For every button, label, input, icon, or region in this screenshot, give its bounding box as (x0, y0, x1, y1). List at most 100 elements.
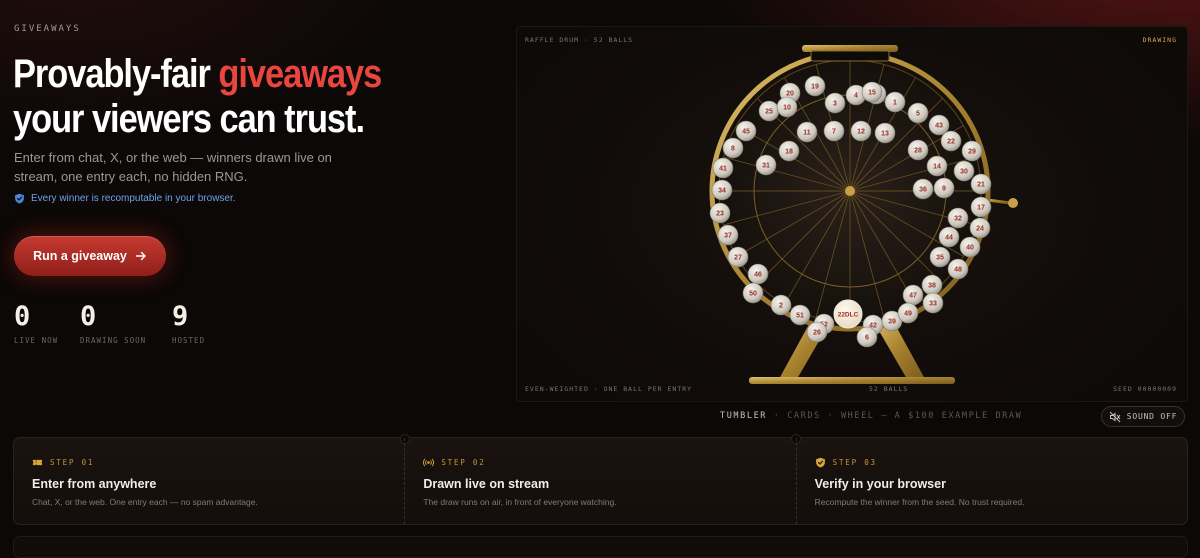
raffle-ball: 31 (755, 154, 777, 176)
sound-toggle-button[interactable]: SOUND OFF (1101, 406, 1185, 427)
sound-toggle-label: SOUND OFF (1126, 412, 1178, 421)
raffle-ball-number: 11 (803, 130, 811, 137)
draw-mode-selector: TUMBLER · CARDS · WHEEL — A $100 EXAMPLE… (720, 411, 1022, 421)
mode-tab-wheel[interactable]: WHEEL (841, 411, 875, 421)
step-label: STEP 03 (832, 458, 877, 467)
step-description: Recompute the winner from the seed. No t… (814, 497, 1025, 507)
raffle-ball-number: 41 (719, 166, 727, 173)
raffle-ball-number: 40 (966, 245, 974, 252)
raffle-ball-number: 1 (893, 100, 897, 107)
raffle-ball-number: 12 (857, 129, 865, 136)
raffle-ball: 33 (922, 292, 944, 314)
raffle-ball: 10 (776, 96, 798, 118)
raffle-ball-number: 30 (960, 169, 968, 176)
raffle-ball: 45 (735, 120, 757, 142)
step-description: The draw runs on air, in front of everyo… (423, 497, 617, 507)
raffle-ball: 12 (850, 120, 872, 142)
stat-value: 0 (14, 301, 31, 332)
drum-seed: SEED 00000009 (1113, 385, 1177, 393)
raffle-ball-number: 23 (716, 211, 724, 218)
raffle-ball-number: 20 (786, 91, 794, 98)
next-section-edge (13, 536, 1188, 558)
raffle-ball: 50 (742, 282, 764, 304)
stat-live-now: 0 LIVE NOW (14, 301, 80, 346)
raffle-ball-number: 15 (868, 90, 876, 97)
raffle-ball-number: 10 (783, 105, 791, 112)
stat-label: LIVE NOW (14, 336, 59, 345)
drum-title: RAFFLE DRUM · 52 BALLS (525, 36, 634, 44)
section-eyebrow: GIVEAWAYS (14, 24, 81, 34)
how-it-works-steps: STEP 01 Enter from anywhere Chat, X, or … (13, 434, 1188, 525)
raffle-ball-number: 13 (881, 131, 889, 138)
step-card-1: STEP 01 Enter from anywhere Chat, X, or … (14, 438, 404, 524)
mode-tab-cards[interactable]: CARDS (787, 411, 821, 421)
raffle-ball-number: 46 (754, 272, 762, 279)
raffle-ball-number: 44 (945, 235, 953, 242)
drum-ball-count: 52 BALLS (869, 385, 909, 393)
raffle-ball-number: 31 (762, 163, 770, 170)
raffle-ball-number: 8 (731, 146, 735, 153)
step-header: STEP 03 (815, 457, 1187, 468)
raffle-ball: 3 (824, 92, 846, 114)
raffle-ball: 40 (959, 236, 981, 258)
stat-value: 0 (80, 301, 97, 332)
raffle-ball: 5 (907, 102, 929, 124)
raffle-ball: 24 (969, 217, 991, 239)
hero-subtitle: Enter from chat, X, or the web — winners… (14, 150, 332, 184)
raffle-ball: 47 (902, 284, 924, 306)
broadcast-icon (423, 458, 435, 467)
raffle-ball-number: 19 (811, 84, 819, 91)
raffle-ball-number: 5 (916, 111, 920, 118)
raffle-ball: 23 (709, 202, 731, 224)
raffle-ball: 26 (806, 321, 828, 343)
shield-check-icon (15, 193, 24, 204)
raffle-ball: 22 (940, 130, 962, 152)
raffle-ball-number: 32 (954, 216, 962, 223)
raffle-ball: 1 (884, 91, 906, 113)
mode-tab-tumbler[interactable]: TUMBLER (720, 411, 767, 421)
winner-ball-label: 22DLC (838, 312, 859, 319)
raffle-ball-number: 39 (888, 319, 896, 326)
stats-row: 0 LIVE NOW 0 DRAWING SOON 9 HOSTED (14, 301, 238, 346)
raffle-ball-number: 7 (832, 129, 836, 136)
raffle-ball: 15 (861, 81, 883, 103)
raffle-ball-number: 50 (749, 291, 757, 298)
raffle-ball-number: 14 (933, 164, 941, 171)
raffle-ball-number: 51 (796, 313, 804, 320)
raffle-ball-number: 37 (724, 233, 732, 240)
raffle-ball: 29 (961, 140, 983, 162)
raffle-ball: 34 (711, 179, 733, 201)
step-title: Verify in your browser (814, 477, 946, 491)
raffle-ball: 44 (938, 226, 960, 248)
run-giveaway-button[interactable]: Run a giveaway (14, 236, 166, 276)
mode-separator: · (767, 411, 788, 421)
raffle-ball-number: 27 (734, 255, 742, 262)
raffle-ball-number: 25 (765, 109, 773, 116)
headline-accent: giveaways (218, 52, 382, 96)
raffle-ball-number: 35 (936, 255, 944, 262)
stat-label: HOSTED (172, 336, 206, 345)
raffle-ball: 46 (747, 263, 769, 285)
step-card-2: STEP 02 Drawn live on stream The draw ru… (404, 438, 795, 524)
shield-check-icon (815, 457, 825, 468)
winner-ball: 22DLC (833, 299, 863, 329)
step-header: STEP 02 (423, 457, 795, 468)
verify-note-text: Every winner is recomputable in your bro… (31, 193, 236, 204)
step-label: STEP 02 (441, 458, 486, 467)
raffle-ball: 14 (926, 155, 948, 177)
raffle-ball: 37 (717, 224, 739, 246)
raffle-ball-number: 48 (954, 267, 962, 274)
raffle-ball-number: 24 (976, 226, 984, 233)
stat-value: 9 (172, 301, 189, 332)
verify-note: Every winner is recomputable in your bro… (14, 193, 236, 204)
step-header: STEP 01 (32, 457, 404, 468)
raffle-ball-number: 47 (909, 293, 917, 300)
raffle-ball-number: 21 (977, 182, 985, 189)
page-title: Provably-fair giveaways your viewers can… (13, 52, 417, 142)
raffle-ball: 9 (933, 177, 955, 199)
raffle-ball-number: 18 (785, 149, 793, 156)
raffle-ball: 25 (758, 100, 780, 122)
raffle-ball: 6 (856, 326, 878, 348)
raffle-ball: 11 (796, 121, 818, 143)
raffle-ball: 32 (947, 207, 969, 229)
